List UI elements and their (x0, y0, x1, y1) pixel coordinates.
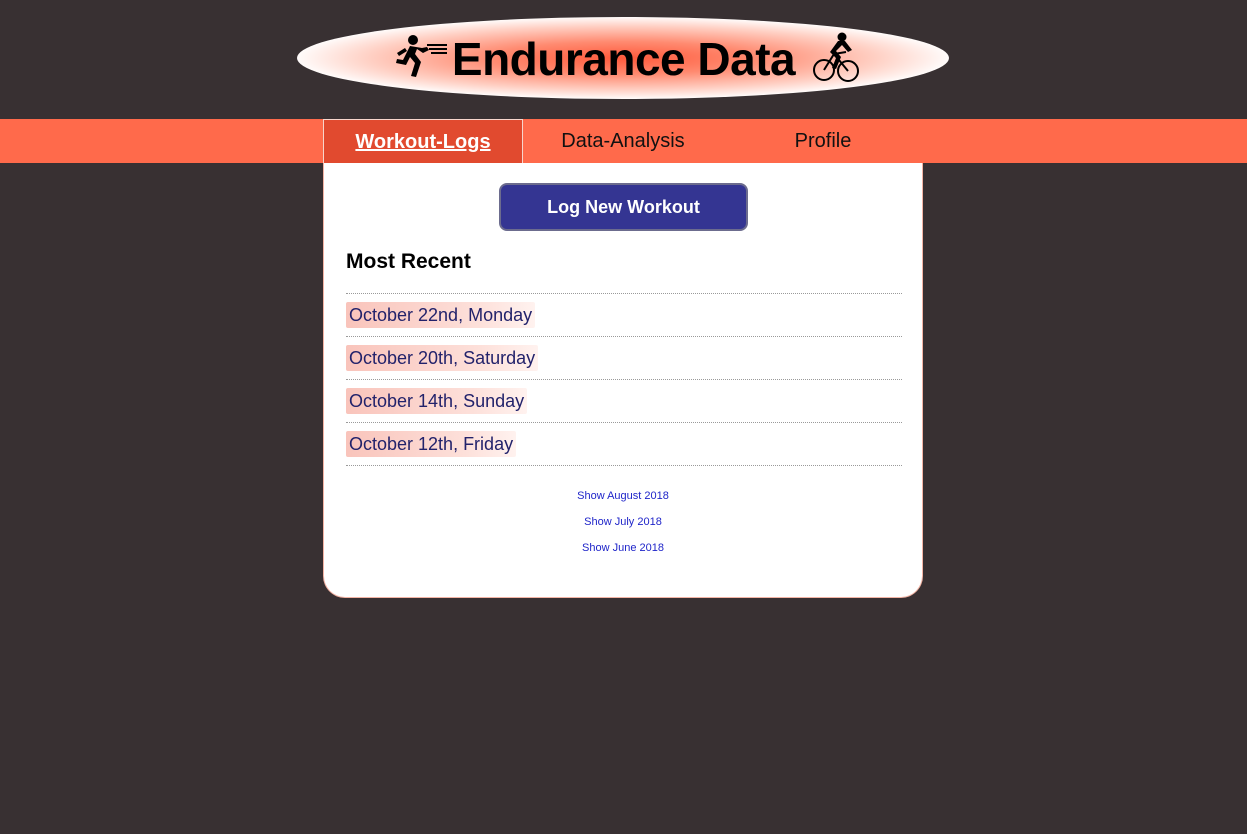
cyclist-icon (813, 32, 859, 82)
show-july-link[interactable]: Show July 2018 (324, 515, 922, 541)
workout-link[interactable]: October 22nd, Monday (346, 302, 536, 328)
tab-workout-logs[interactable]: Workout-Logs (323, 119, 523, 163)
section-title: Most Recent (346, 250, 471, 273)
main-nav: Workout-Logs Data-Analysis Profile (0, 119, 1247, 163)
list-item: October 14th, Sunday (346, 380, 902, 423)
workout-link[interactable]: October 20th, Saturday (346, 345, 539, 371)
site-title: Endurance Data (451, 33, 796, 85)
workout-link[interactable]: October 14th, Sunday (346, 388, 528, 414)
list-item: October 20th, Saturday (346, 337, 902, 380)
list-item: October 22nd, Monday (346, 294, 902, 337)
workout-list: October 22nd, Monday October 20th, Satur… (346, 293, 902, 466)
list-item: October 12th, Friday (346, 423, 902, 466)
workout-link[interactable]: October 12th, Friday (346, 431, 517, 457)
tab-data-analysis[interactable]: Data-Analysis (523, 119, 723, 163)
log-new-workout-button[interactable]: Log New Workout (499, 183, 748, 231)
show-june-link[interactable]: Show June 2018 (324, 541, 922, 567)
site-header: Endurance Data (0, 0, 1247, 119)
tab-profile[interactable]: Profile (723, 119, 923, 163)
show-august-link[interactable]: Show August 2018 (324, 489, 922, 515)
workout-logs-panel: Log New Workout Most Recent October 22nd… (323, 163, 923, 598)
month-links: Show August 2018 Show July 2018 Show Jun… (324, 489, 922, 567)
